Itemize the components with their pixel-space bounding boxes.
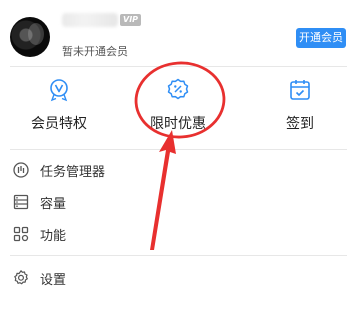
open-membership-button[interactable]: 开通会员 bbox=[296, 28, 346, 48]
avatar[interactable] bbox=[10, 17, 50, 57]
grid-icon bbox=[13, 226, 29, 242]
capacity-label: 容量 bbox=[40, 196, 67, 212]
menu-item-task-manager[interactable]: 任务管理器 bbox=[12, 159, 105, 181]
divider bbox=[10, 149, 347, 150]
annotation-arrow bbox=[150, 130, 176, 250]
member-privileges-label: 会员特权 bbox=[31, 116, 87, 132]
calendar-check-icon bbox=[290, 80, 310, 100]
menu-item-settings[interactable]: 设置 bbox=[12, 267, 66, 289]
check-in-tile[interactable]: 签到 bbox=[245, 74, 355, 133]
vip-icon bbox=[50, 79, 68, 102]
menu-item-capacity[interactable]: 容量 bbox=[12, 191, 66, 213]
task-manager-label: 任务管理器 bbox=[40, 164, 106, 180]
vip-badge: VIP bbox=[120, 14, 142, 26]
task-manager-icon bbox=[13, 162, 29, 178]
discount-badge-icon bbox=[167, 78, 189, 100]
storage-icon bbox=[13, 194, 29, 210]
functions-label: 功能 bbox=[40, 228, 67, 244]
menu-item-functions[interactable]: 功能 bbox=[12, 223, 66, 245]
username-blurred bbox=[62, 13, 118, 27]
gear-icon bbox=[14, 270, 28, 285]
check-in-label: 签到 bbox=[286, 116, 314, 132]
divider bbox=[10, 66, 347, 67]
divider bbox=[10, 255, 347, 256]
member-privileges-tile[interactable]: 会员特权 bbox=[4, 74, 114, 133]
member-status-text: 暂未开通会员 bbox=[62, 45, 128, 58]
account-page: VIP 暂未开通会员 开通会员 会员特权 限时优惠 签到 任务管理器 容量 功能… bbox=[0, 0, 359, 317]
limited-offer-tile[interactable]: 限时优惠 bbox=[123, 74, 233, 133]
settings-label: 设置 bbox=[40, 272, 67, 288]
limited-offer-label: 限时优惠 bbox=[150, 116, 206, 132]
